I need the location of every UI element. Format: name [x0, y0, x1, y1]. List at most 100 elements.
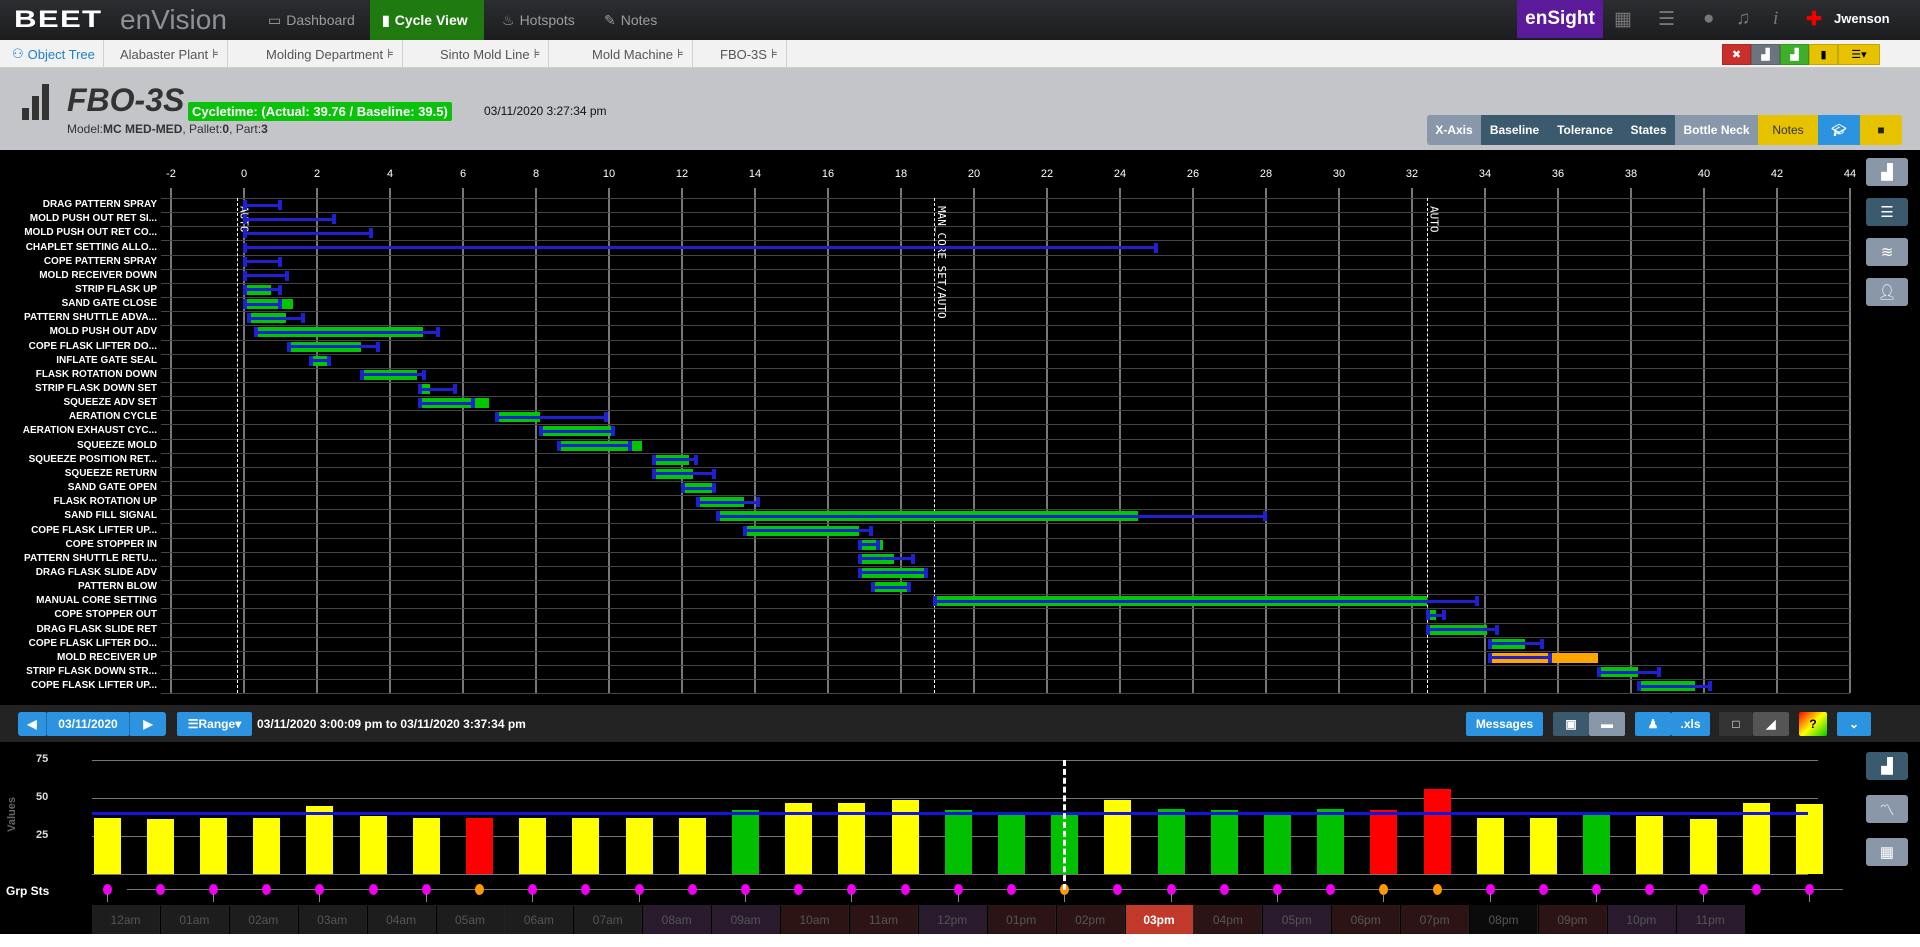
table-view-button[interactable]: ▦	[1866, 838, 1908, 866]
states-button[interactable]: States	[1622, 115, 1675, 145]
baseline-bar	[247, 316, 305, 320]
chart-grey-button[interactable]: ▟	[1751, 44, 1780, 65]
info-icon[interactable]: i	[1773, 8, 1778, 30]
baseline-end-cap	[452, 384, 457, 395]
hour-slot[interactable]: 04am	[367, 905, 436, 934]
status-dot	[368, 884, 378, 895]
row-label: COPE FLASK LIFTER DO...	[28, 340, 157, 352]
image-view-button[interactable]: ▣	[1553, 712, 1589, 736]
horizontal-gridline	[92, 798, 1818, 799]
x-tick-label: 34	[1478, 168, 1492, 180]
date-picker[interactable]: 03/11/2020	[46, 712, 130, 736]
tolerance-button[interactable]: Tolerance	[1548, 115, 1622, 145]
line-view-button[interactable]: 〽	[1866, 795, 1908, 823]
medical-cross-icon[interactable]: ✚	[1806, 8, 1822, 31]
notes-button[interactable]: Notes	[1758, 115, 1818, 145]
row-label: STRIP FLASK DOWN SET	[34, 383, 157, 395]
user-icon[interactable]: ●	[1703, 8, 1714, 30]
square-view-button[interactable]: □	[1719, 712, 1753, 736]
baseline-end-cap	[755, 497, 760, 508]
hour-slot[interactable]: 04pm	[1194, 905, 1263, 934]
bottle-neck-button[interactable]: Bottle Neck	[1675, 115, 1758, 145]
breadcrumb-object-tree[interactable]: ⚇ Object Tree	[4, 40, 104, 68]
hour-slot[interactable]: 03pm	[1125, 905, 1194, 934]
baseline-start-cap	[494, 412, 499, 423]
tab-dashboard[interactable]: ▭ Dashboard	[256, 0, 367, 40]
breadcrumb-item[interactable]: Mold Machine ⊧	[584, 40, 693, 68]
breadcrumb-item[interactable]: Alabaster Plant ⊧	[112, 40, 228, 68]
messages-button[interactable]: Messages	[1466, 712, 1543, 736]
minimize-button[interactable]: ▬	[1589, 712, 1625, 736]
area-view-button[interactable]: ◢	[1753, 712, 1789, 736]
hour-slot[interactable]: 09pm	[1538, 905, 1607, 934]
hour-slot[interactable]: 05pm	[1263, 905, 1332, 934]
user-view-button[interactable]: 👤︎	[1866, 278, 1908, 306]
baseline-end-cap	[627, 440, 632, 451]
status-tick	[106, 894, 108, 902]
baseline-button[interactable]: Baseline	[1481, 115, 1548, 145]
row-label: PATTERN BLOW	[77, 581, 157, 593]
hour-slot[interactable]: 05am	[436, 905, 505, 934]
gantt-chart: -2 0 2 4 6 8 10 12 14 16 18 20 22 24 26 28 30 32 34 36 38 40 4…	[0, 150, 1920, 705]
hour-slot[interactable]: 10am	[781, 905, 849, 934]
breadcrumb-item[interactable]: Molding Department ⊧	[258, 40, 403, 68]
hour-slot[interactable]: 01pm	[987, 905, 1056, 934]
breadcrumb-item[interactable]: FBO-3S ⊧	[712, 40, 787, 68]
export-xls-button[interactable]: .xls	[1671, 712, 1710, 736]
bell-icon[interactable]: ♫	[1736, 8, 1750, 30]
hour-slot[interactable]: 06pm	[1332, 905, 1401, 934]
hour-slot[interactable]: 08am	[643, 905, 712, 934]
username[interactable]: Jwenson	[1834, 11, 1890, 26]
chart-view-button[interactable]: ▟	[1866, 158, 1908, 186]
hour-slot[interactable]: 10pm	[1607, 905, 1676, 934]
hour-slot[interactable]: 07pm	[1401, 905, 1470, 934]
horizontal-gridline	[161, 608, 1850, 610]
bar	[1157, 808, 1185, 874]
operator-button[interactable]: ♟	[1635, 712, 1671, 736]
breadcrumb-item[interactable]: Sinto Mold Line ⊧	[432, 40, 550, 68]
database-icon[interactable]: ☰	[1658, 8, 1675, 31]
tab-hotspots[interactable]: ♨ Hotspots	[490, 0, 587, 40]
list-dropdown-button[interactable]: ☰▾	[1838, 44, 1880, 65]
hour-slot[interactable]: 03am	[298, 905, 367, 934]
hour-slot[interactable]: 11pm	[1676, 905, 1745, 934]
heatmap-help-button[interactable]: ?	[1799, 712, 1827, 736]
collapse-button[interactable]: ⌄	[1837, 712, 1871, 736]
hour-slot[interactable]: 06am	[505, 905, 574, 934]
x-axis-button[interactable]: X-Axis	[1427, 115, 1481, 145]
previous-day-button[interactable]: ◀	[18, 712, 46, 736]
x-tick-label: 26	[1186, 168, 1200, 180]
training-button[interactable]: 🎓︎	[1818, 115, 1860, 145]
tab-notes[interactable]: ✎ Notes	[592, 0, 669, 40]
chart-green-button[interactable]: ▟	[1780, 44, 1809, 65]
logo[interactable]: BEET enVision	[14, 4, 227, 36]
tab-cycle-view[interactable]: ▮ Cycle View	[370, 0, 484, 40]
next-day-button[interactable]: ▶	[130, 712, 166, 736]
baseline-start-cap	[243, 228, 247, 239]
horizontal-gridline	[161, 212, 1850, 214]
list-icon: ☰	[187, 717, 199, 731]
tools-button[interactable]: ✖	[1722, 44, 1751, 65]
baseline-end-cap	[376, 341, 381, 352]
hour-slot[interactable]: 08pm	[1470, 905, 1538, 934]
calendar-icon[interactable]: ▦	[1614, 8, 1632, 31]
hour-slot[interactable]: 02pm	[1056, 905, 1125, 934]
baseline-bar	[419, 401, 474, 405]
hour-slot[interactable]: 11am	[849, 905, 918, 934]
hour-slot[interactable]: 12pm	[918, 905, 987, 934]
list-view-button[interactable]: ☰	[1866, 198, 1908, 226]
layers-button[interactable]: ≋	[1866, 238, 1908, 266]
book-button[interactable]: ▮	[1809, 44, 1838, 65]
hour-slot[interactable]: 01am	[160, 905, 229, 934]
ensight-button[interactable]: enSight	[1517, 0, 1603, 38]
bar-view-button[interactable]: ▟	[1866, 752, 1908, 780]
save-button[interactable]: ■	[1860, 115, 1902, 145]
hour-slot[interactable]: 07am	[574, 905, 643, 934]
hour-slot[interactable]: 12am	[92, 905, 160, 934]
row-label: STRIP FLASK DOWN STR...	[26, 666, 157, 678]
edit-icon: ✎	[604, 11, 616, 28]
hour-slot[interactable]: 02am	[229, 905, 298, 934]
range-dropdown[interactable]: ☰ Range ▾	[177, 712, 252, 736]
hour-slot[interactable]: 09am	[712, 905, 781, 934]
indent-list-icon: ☰	[1880, 204, 1894, 221]
